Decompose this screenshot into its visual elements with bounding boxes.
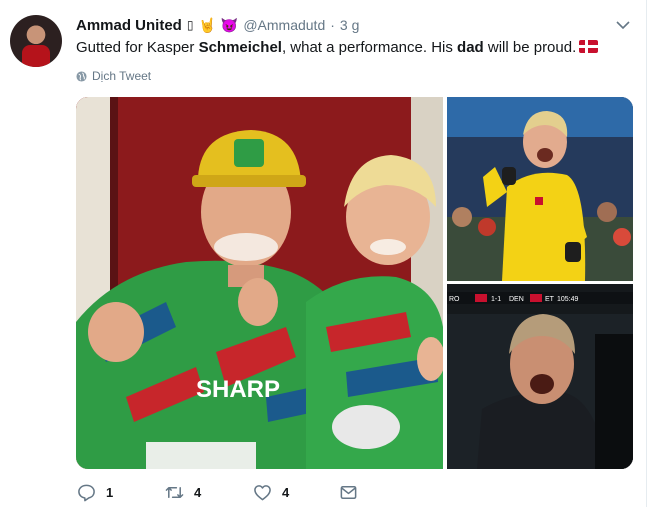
avatar[interactable] [10,15,62,67]
tweet-text-bold: Schmeichel [198,39,282,56]
tweet-text-part: , what a performance. His [281,39,458,56]
tweet-card[interactable]: Ammad United ▯ 🤘 😈 @Ammadutd · 3 g Gutte… [0,0,647,507]
author-handle[interactable]: @Ammadutd [243,17,325,33]
photo-peter-schmeichel-stands[interactable]: RO 1-1 DEN ET 105:49 [447,284,633,469]
direct-message-button[interactable] [339,483,358,502]
retweet-count: 4 [194,485,202,500]
photo-goalkeeper-yellow-kit[interactable] [447,97,633,281]
tweet-actions: 1 4 4 [77,483,358,502]
like-button[interactable]: 4 [253,483,339,502]
reply-count: 1 [106,485,114,500]
name-emoji-box: ▯ [186,18,194,32]
scoreboard-score: 1-1 [491,296,501,303]
tweet-text-part: will be proud. [483,39,577,56]
heart-icon [254,485,271,501]
tweet-text: Gutted for Kasper Schmeichel, what a per… [76,38,626,58]
retweet-button[interactable]: 4 [165,483,253,502]
reply-button[interactable]: 1 [77,483,165,502]
like-count: 4 [282,485,290,500]
photo-schmeichel-father-son[interactable]: SHARP [76,97,443,469]
envelope-icon [340,486,357,499]
devil-emoji-icon: 😈 [220,16,239,33]
scoreboard-extra: ET [545,296,555,303]
horns-emoji-icon: 🤘 [198,16,216,33]
retweet-icon [165,486,184,499]
translate-tweet-link[interactable]: Dịch Tweet [76,69,151,83]
denmark-flag-icon [579,40,599,53]
separator-dot: · [330,17,335,33]
translate-label: Dịch Tweet [92,69,152,83]
media-grid: SHARP RO 1-1 DEN ET 105:49 [76,97,633,469]
reply-icon [78,484,95,502]
tweet-text-part: Gutted for Kasper [76,39,199,56]
scoreboard-home: RO [449,296,460,303]
tweet-text-bold: dad [457,39,484,56]
tweet-header: Ammad United ▯ 🤘 😈 @Ammadutd · 3 g [76,15,359,35]
author-name[interactable]: Ammad United [76,17,182,34]
jersey-sponsor-text: SHARP [196,376,280,403]
chevron-down-icon[interactable] [616,18,630,32]
tweet-timestamp[interactable]: 3 g [340,17,359,33]
scoreboard-clock: 105:49 [557,296,579,303]
scoreboard-away: DEN [509,296,524,303]
globe-icon [76,70,87,82]
